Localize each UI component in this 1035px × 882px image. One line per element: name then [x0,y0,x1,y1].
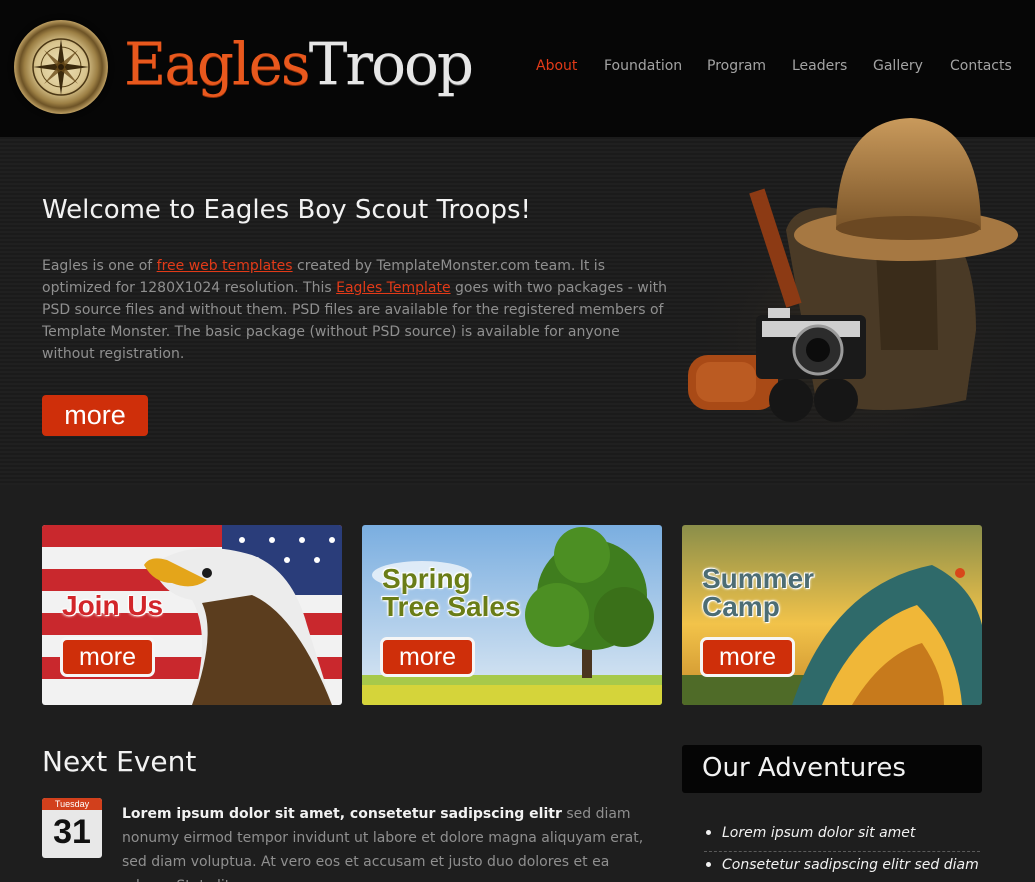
compass-icon[interactable] [14,20,108,114]
tile-label: Tree Sales [382,591,521,622]
calendar-icon: Tuesday 31 [42,798,102,858]
adventure-item[interactable]: Consetetur sadipscing elitr sed diam [704,854,980,882]
calendar-day: Tuesday [42,798,102,810]
tile-label: Spring [382,563,471,594]
tile-label: Camp [702,591,780,622]
tile-label: Join Us [62,590,164,621]
hero-text: Eagles is one of free web templates crea… [42,255,672,365]
nav-item-leaders[interactable]: Leaders [792,58,847,74]
logo-troop-text: Troop [308,30,474,98]
free-templates-link[interactable]: free web templates [157,258,293,274]
nav-item-about[interactable]: About [536,58,577,74]
spring-tree-sales-more-button[interactable]: more [380,637,475,677]
hero-title: Welcome to Eagles Boy Scout Troops! [42,195,531,225]
event-lead: Lorem ipsum dolor sit amet, consetetur s… [122,806,562,822]
nav-item-contacts[interactable]: Contacts [950,58,1012,74]
summer-camp-more-button[interactable]: more [700,637,795,677]
tile-spring-tree-sales[interactable]: Spring Tree Sales more [362,525,662,705]
hero-text-part: Eagles is one of [42,258,157,274]
adventures-list: Lorem ipsum dolor sit amet Consetetur sa… [704,822,980,882]
scout-gear-image [686,118,1026,440]
site-logo[interactable]: EaglesTroop [124,24,474,104]
nav-item-program[interactable]: Program [707,58,766,74]
logo-eagles-text: Eagles [124,30,311,98]
hero-more-button[interactable]: more [42,395,148,436]
tile-label: Summer [702,563,815,594]
nav-item-gallery[interactable]: Gallery [873,58,923,74]
nav-item-foundation[interactable]: Foundation [604,58,682,74]
adventures-header: Our Adventures [682,745,982,793]
next-event-title: Next Event [42,745,197,778]
event-description: Lorem ipsum dolor sit amet, consetetur s… [122,802,662,882]
calendar-date: 31 [53,813,91,851]
tile-join-us[interactable]: Join Us more [42,525,342,705]
tile-summer-camp[interactable]: Summer Camp more [682,525,982,705]
eagles-template-link[interactable]: Eagles Template [336,280,450,296]
adventures-title: Our Adventures [702,753,906,783]
adventure-item[interactable]: Lorem ipsum dolor sit amet [704,822,980,852]
join-us-more-button[interactable]: more [60,637,155,677]
